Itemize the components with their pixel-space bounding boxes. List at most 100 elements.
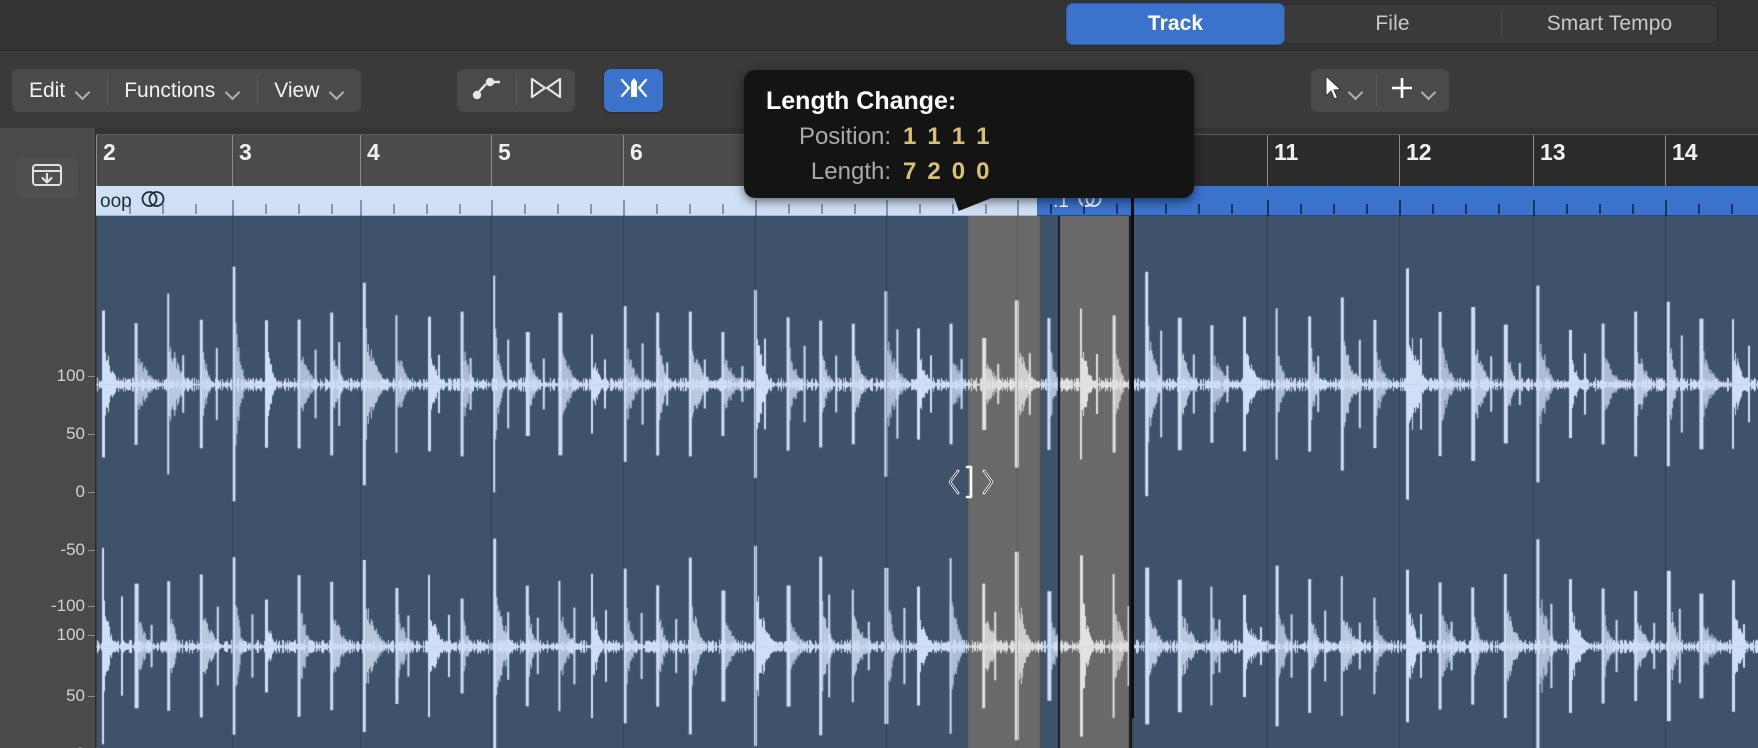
flex-time-button[interactable] (516, 69, 575, 112)
region-beat-tick (557, 204, 559, 214)
region-beat-tick (755, 200, 757, 216)
region-beat-tick (656, 204, 658, 214)
region-beat-tick (195, 204, 197, 214)
waveform-canvas[interactable] (96, 216, 1758, 748)
bar-number-3: 3 (232, 139, 252, 166)
edit-menu-label: Edit (29, 79, 65, 103)
region-beat-tick (1731, 204, 1733, 214)
tooltip-position-value-1: 1 (903, 123, 916, 151)
region-beat-tick (1566, 204, 1568, 214)
region-beat-tick (1698, 204, 1700, 214)
tooltip-length-value-3: 0 (952, 158, 965, 186)
tooltip-length-values: 7 2 0 0 (903, 158, 989, 186)
region-beat-tick (590, 204, 592, 214)
region-beat-tick (1267, 200, 1269, 216)
bar-number-12: 12 (1399, 139, 1432, 166)
tooltip-position-values: 1 1 1 1 (903, 123, 989, 151)
region-beat-tick (1632, 204, 1634, 214)
tab-track[interactable]: Track (1067, 4, 1284, 44)
region-beat-tick (129, 204, 131, 214)
tooltip-length-value-4: 0 (976, 158, 989, 186)
tooltip-position-value-3: 1 (952, 123, 965, 151)
region-beat-tick (1599, 204, 1601, 214)
axis-tick-ch2-50: 50 (66, 686, 85, 706)
bar-number-14: 14 (1665, 139, 1698, 166)
amplitude-axis: 100 50 0 -50 -100 100 50 0 -50 -100 (0, 128, 95, 748)
region-beat-tick (426, 204, 428, 214)
view-menu-button[interactable]: View (257, 69, 361, 112)
pointer-tool-icon (1324, 75, 1342, 106)
flex-time-icon (529, 75, 563, 106)
tooltip-position-value-4: 1 (976, 123, 989, 151)
axis-tick-ch2-100: 100 (57, 625, 85, 645)
region-beat-tick (1432, 204, 1434, 214)
region-beat-tick (788, 204, 790, 214)
chevron-down-icon (76, 87, 90, 95)
bar-number-5: 5 (491, 139, 511, 166)
region-beat-tick (623, 200, 625, 216)
tab-file-label: File (1375, 12, 1409, 36)
region-beat-tick (232, 200, 234, 216)
region-beat-tick (459, 204, 461, 214)
chevron-down-icon (1349, 87, 1363, 95)
region-beat-tick (331, 204, 333, 214)
region-beat-tick (1300, 204, 1302, 214)
region-beat-tick (524, 204, 526, 214)
view-menu-label: View (274, 79, 319, 103)
region-beat-tick (265, 204, 267, 214)
menu-button-group: Edit Functions View (12, 69, 361, 112)
tab-file[interactable]: File (1284, 4, 1501, 44)
chevron-down-icon (330, 87, 344, 95)
tooltip-length-key: Length: (766, 158, 891, 186)
region-beat-tick (1333, 204, 1335, 214)
region-beat-tick (1465, 204, 1467, 214)
tooltip-length-value-2: 2 (927, 158, 940, 186)
waveform-display[interactable] (96, 216, 1758, 748)
tooltip-row-position: Position: 1 1 1 1 (766, 123, 989, 151)
flex-pitch-button[interactable] (457, 69, 516, 112)
chevron-down-icon (226, 87, 240, 95)
region-beat-tick (393, 204, 395, 214)
region-boundary-line (1131, 186, 1134, 718)
tab-smart-tempo[interactable]: Smart Tempo (1501, 4, 1718, 44)
region-beat-tick (722, 204, 724, 214)
region-beat-tick (1116, 204, 1118, 214)
show-transient-markers-button[interactable] (604, 69, 663, 112)
tab-smart-tempo-label: Smart Tempo (1547, 12, 1673, 36)
edit-menu-button[interactable]: Edit (12, 69, 107, 112)
tab-track-label: Track (1148, 12, 1203, 36)
axis-tick-ch1-neg100: -100 (51, 596, 85, 616)
region-left-title-group: oop (100, 189, 166, 215)
bar-number-4: 4 (360, 139, 380, 166)
flex-pitch-icon (471, 75, 503, 106)
tool-selector-group (1311, 69, 1449, 112)
horizontal-resize-cursor (944, 462, 998, 502)
region-beat-tick (1050, 204, 1052, 214)
region-left-title: oop (100, 191, 132, 213)
bar-number-6: 6 (623, 139, 643, 166)
tooltip-position-value-2: 1 (927, 123, 940, 151)
region-beat-tick (162, 204, 164, 214)
region-beat-tick (952, 204, 954, 214)
region-beat-tick (1533, 200, 1535, 216)
editor-mode-segmented-control[interactable]: Track File Smart Tempo (1067, 4, 1718, 44)
chevron-down-icon (1422, 87, 1436, 95)
region-beat-tick (1198, 204, 1200, 214)
top-tab-bar: Track File Smart Tempo (0, 0, 1758, 50)
flex-button-group (457, 69, 575, 112)
region-beat-tick (1083, 204, 1085, 214)
snap-edit-icon (618, 75, 650, 106)
region-lanes: oop .1 (96, 186, 1758, 748)
axis-tick-ch1-50: 50 (66, 424, 85, 444)
tooltip-title: Length Change: (766, 87, 956, 116)
tooltip-position-key: Position: (766, 123, 891, 151)
marquee-tool-button[interactable] (1376, 69, 1449, 112)
region-beat-tick (491, 200, 493, 216)
length-change-tooltip: Length Change: Position: 1 1 1 1 Length:… (744, 70, 1194, 198)
pointer-tool-button[interactable] (1311, 69, 1376, 112)
tooltip-length-value-1: 7 (903, 158, 916, 186)
region-beat-tick (1366, 204, 1368, 214)
audio-track-editor-window: Track File Smart Tempo Edit Functions Vi… (0, 0, 1758, 748)
functions-menu-button[interactable]: Functions (107, 69, 257, 112)
region-beat-tick (1399, 200, 1401, 216)
